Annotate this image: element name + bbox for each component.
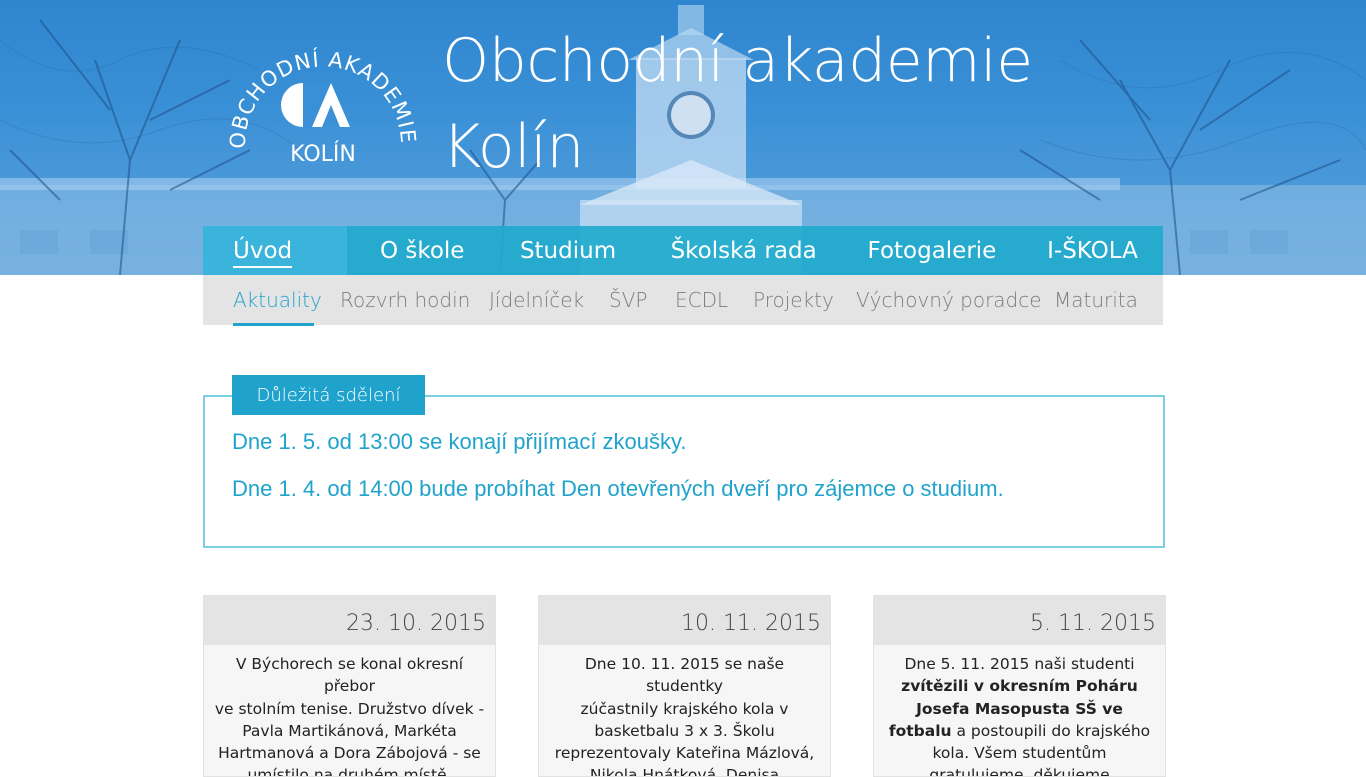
subnav-item-rozvrh-hodin[interactable]: Rozvrh hodin <box>340 275 470 325</box>
news-text-line: Pavla Martikánová, Markéta <box>242 721 457 740</box>
site-title: Obchodní akademie Kolín <box>442 18 1033 190</box>
nav-label: Školská rada <box>670 237 817 264</box>
subnav-item-ecdl[interactable]: ECDL <box>675 275 728 325</box>
news-text-line: reprezentovaly Kateřina Mázlová, <box>554 744 815 763</box>
logo-kolin-text: KOLÍN <box>290 141 356 167</box>
news-text-line: Dne 10. 11. 2015 se naše studentky <box>584 655 785 696</box>
news-text-line: Nikola Hnátková, Denisa <box>589 766 780 777</box>
subnav-item-aktuality[interactable]: Aktuality <box>233 275 322 325</box>
news-text-line: ve stolním tenise. Družstvo dívek - <box>214 699 485 718</box>
nav-item-uvod[interactable]: Úvod <box>203 226 347 275</box>
news-date: 5. 11. 2015 <box>874 596 1165 645</box>
nav-label: O škole <box>379 237 465 264</box>
site-title-line-2: Kolín <box>442 112 584 182</box>
news-card[interactable]: 5. 11. 2015 Dne 5. 11. 2015 naši student… <box>873 595 1166 777</box>
news-text-intro: Dne 5. 11. 2015 naši studenti <box>904 655 1135 673</box>
nav-item-fotogalerie[interactable]: Fotogalerie <box>868 226 1048 275</box>
nav-item-o-skole[interactable]: O škole <box>347 226 520 275</box>
subnav-item-vychovny-poradce[interactable]: Výchovný poradce <box>856 275 1042 325</box>
news-card[interactable]: 23. 10. 2015 V Býchorech se konal okresn… <box>203 595 496 777</box>
news-date: 23. 10. 2015 <box>204 596 495 645</box>
subnav-item-jidelnicek[interactable]: Jídelníček <box>489 275 584 325</box>
important-notice-box <box>203 395 1165 548</box>
sub-nav: Aktuality Rozvrh hodin Jídelníček ŠVP EC… <box>203 275 1163 325</box>
news-text: V Býchorech se konal okresní přebor ve s… <box>212 653 487 777</box>
news-text-line: basketbalu 3 x 3. Školu <box>594 721 775 740</box>
nav-label: I-ŠKOLA <box>1047 237 1138 264</box>
news-text: Dne 5. 11. 2015 naši studenti zvítězili … <box>884 653 1155 777</box>
nav-item-skolska-rada[interactable]: Školská rada <box>671 226 868 275</box>
subnav-item-maturita[interactable]: Maturita <box>1054 275 1138 325</box>
main-nav: Úvod O škole Studium Školská rada Fotoga… <box>203 226 1163 275</box>
news-text-line: Hartmanová a Dora Zábojová - se <box>218 744 481 763</box>
nav-label: Úvod <box>233 238 293 268</box>
subnav-active-indicator <box>233 323 314 326</box>
nav-item-studium[interactable]: Studium <box>520 226 671 275</box>
news-text-rest: a postoupili do krajského kola. Všem stu… <box>929 721 1151 777</box>
school-logo[interactable]: OBCHODNÍ AKADEMIE KOLÍN <box>226 32 420 172</box>
subnav-item-svp[interactable]: ŠVP <box>609 275 647 325</box>
subnav-item-projekty[interactable]: Projekty <box>753 275 834 325</box>
news-card[interactable]: 10. 11. 2015 Dne 10. 11. 2015 se naše st… <box>538 595 831 777</box>
news-text-line: umístilo na druhém místě. Družstvo <box>247 766 452 777</box>
nav-label: Studium <box>519 237 617 264</box>
notice-line: Dne 1. 5. od 13:00 se konají přijímací z… <box>232 429 687 454</box>
notice-line: Dne 1. 4. od 14:00 bude probíhat Den ote… <box>232 476 1004 501</box>
nav-label: Fotogalerie <box>867 237 997 264</box>
notice-title: Důležitá sdělení <box>232 375 425 415</box>
news-text-line: V Býchorech se konal okresní přebor <box>235 655 464 696</box>
news-text-line: zúčastnily krajského kola v <box>580 699 789 718</box>
news-date: 10. 11. 2015 <box>539 596 830 645</box>
news-text: Dne 10. 11. 2015 se naše studentky zúčas… <box>547 653 822 777</box>
site-title-line-1: Obchodní akademie <box>442 26 1033 96</box>
nav-item-i-skola[interactable]: I-ŠKOLA <box>1047 226 1163 275</box>
